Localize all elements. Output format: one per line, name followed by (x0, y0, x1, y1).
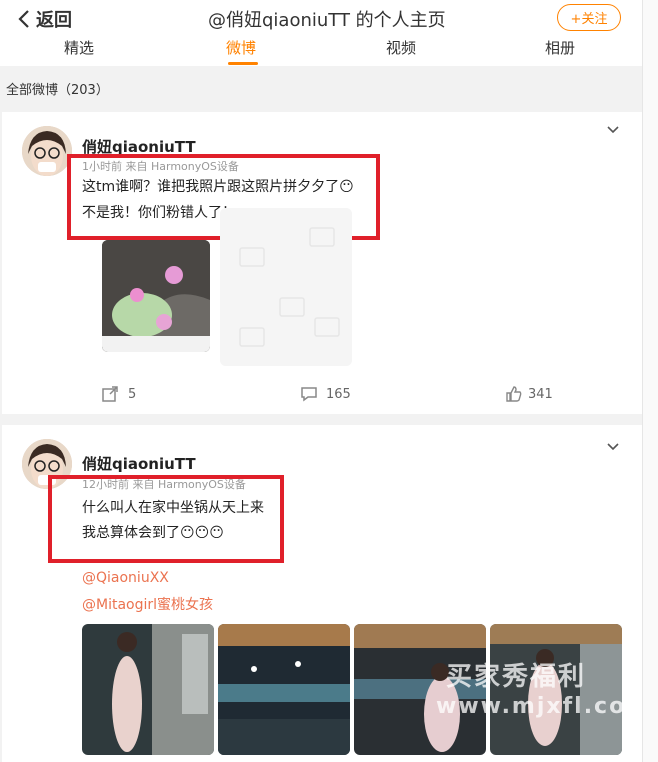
follow-button[interactable]: +关注 (557, 4, 621, 31)
mention-link[interactable]: @QiaoniuXX (82, 570, 169, 586)
post-image[interactable] (82, 624, 214, 755)
right-edge-panel (642, 0, 658, 762)
highlight-box (48, 475, 284, 563)
tab-album[interactable]: 相册 (545, 37, 575, 58)
tab-featured[interactable]: 精选 (64, 37, 94, 58)
watermark-text: 买家秀福利 (446, 662, 587, 692)
post-image[interactable] (102, 240, 210, 352)
post-image-placeholder[interactable] (220, 208, 352, 366)
like-icon[interactable] (505, 385, 523, 403)
back-button[interactable]: 返回 (18, 6, 72, 32)
chevron-down-icon[interactable] (607, 126, 619, 134)
mention-link[interactable]: @Mitaogirl蜜桃女孩 (82, 594, 213, 614)
page-title: @俏妞qiaoniuTT 的个人主页 (208, 10, 446, 31)
comment-count[interactable]: 165 (326, 387, 351, 402)
repost-icon[interactable] (101, 385, 119, 403)
post-image[interactable] (218, 624, 350, 755)
top-header: 返回 @俏妞qiaoniuTT 的个人主页 +关注 精选 微博 视频 相册 (0, 0, 642, 66)
chevron-left-icon (18, 10, 29, 28)
tab-video[interactable]: 视频 (386, 37, 416, 58)
back-label: 返回 (36, 10, 72, 31)
post-card: 俏妞qiaoniuTT 1小时前 来自 HarmonyOS设备 这tm谁啊？谁把… (2, 112, 642, 414)
chevron-down-icon[interactable] (607, 443, 619, 451)
post-count-label: 全部微博（203） (6, 83, 109, 98)
watermark-url: www.mjxfl.com (436, 694, 652, 719)
active-tab-indicator (228, 62, 258, 65)
repost-count[interactable]: 5 (128, 387, 136, 402)
comment-icon[interactable] (300, 386, 318, 402)
avatar[interactable] (22, 126, 72, 176)
like-count[interactable]: 341 (528, 387, 553, 402)
tab-weibo[interactable]: 微博 (226, 37, 256, 58)
post-username[interactable]: 俏妞qiaoniuTT (82, 453, 196, 474)
